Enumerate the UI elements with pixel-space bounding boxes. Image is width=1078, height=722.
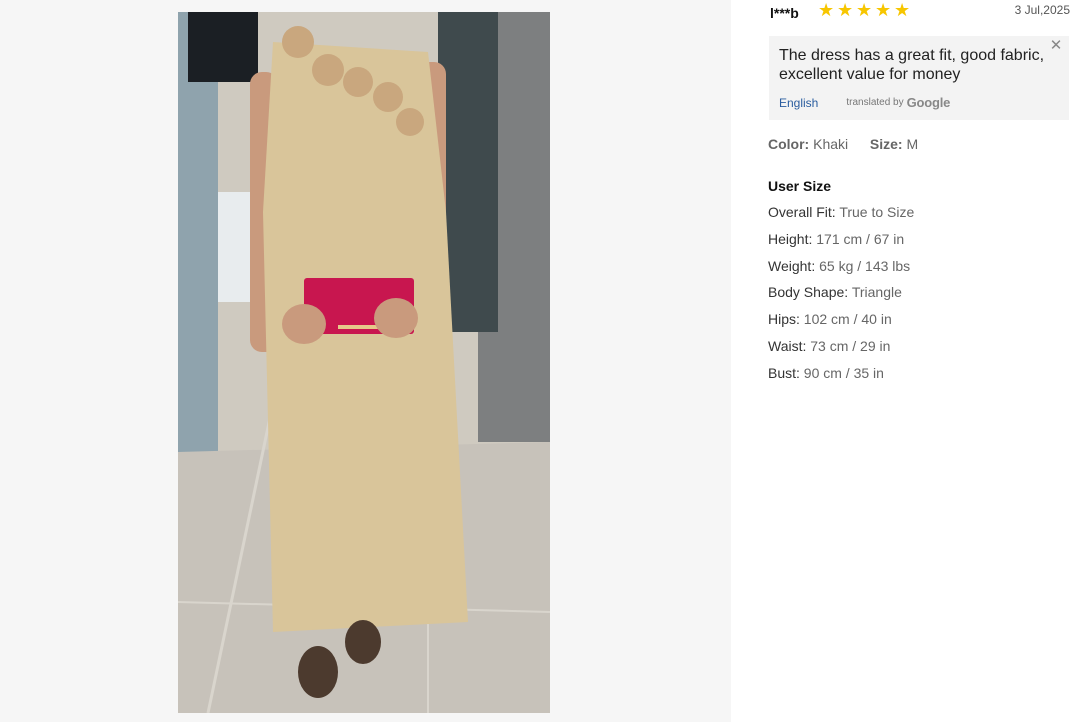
rating-stars: ★ ★ ★ ★ ★	[818, 0, 911, 20]
size-label: Size:	[869, 136, 903, 152]
review-text: The dress has a great fit, good fabric, …	[779, 47, 1045, 83]
google-logo: Google	[906, 95, 951, 110]
user-size-title: User Size	[768, 178, 832, 194]
size-row-waist: Waist: 73 cm / 29 in	[768, 338, 914, 365]
size-row-hips: Hips: 102 cm / 40 in	[768, 311, 914, 338]
size-value: M	[906, 136, 919, 152]
size-row-label: Weight:	[768, 257, 816, 274]
size-row-label: Hips:	[768, 311, 800, 328]
size-row-value: 102 cm / 40 in	[803, 311, 892, 328]
star-icon: ★	[837, 0, 854, 20]
size-row-label: Body Shape:	[768, 284, 849, 301]
size-row-body-shape: Body Shape: Triangle	[768, 284, 914, 311]
review-panel: l***b ★ ★ ★ ★ ★ 3 Jul,2025 The dress has…	[768, 0, 1070, 722]
size-row-label: Bust:	[768, 364, 800, 381]
color-value: Khaki	[813, 136, 849, 152]
star-icon: ★	[818, 0, 835, 20]
show-original-language-link[interactable]: English	[779, 96, 818, 110]
reviewer-name: l***b	[770, 5, 799, 21]
review-photo-gallery	[0, 0, 731, 722]
purchase-attributes: Color: Khaki Size: M	[768, 136, 918, 152]
color-label: Color:	[768, 136, 810, 152]
translation-footer: English translated by Google	[779, 95, 950, 110]
star-icon: ★	[875, 0, 892, 20]
size-row-overall-fit: Overall Fit: True to Size	[768, 204, 914, 231]
size-row-weight: Weight: 65 kg / 143 lbs	[768, 258, 914, 285]
translated-by-label: translated by	[846, 97, 904, 108]
star-icon: ★	[894, 0, 911, 20]
size-row-label: Overall Fit:	[768, 204, 836, 220]
size-row-value: True to Size	[839, 204, 915, 220]
size-row-value: 73 cm / 29 in	[810, 337, 891, 354]
review-date: 3 Jul,2025	[1014, 3, 1070, 17]
review-photo[interactable]	[178, 12, 550, 713]
dress-photo-illustration	[178, 12, 550, 713]
review-header: l***b ★ ★ ★ ★ ★ 3 Jul,2025	[768, 0, 1070, 26]
user-size-list: Overall Fit: True to Size Height: 171 cm…	[768, 204, 914, 392]
star-icon: ★	[856, 0, 873, 20]
size-row-height: Height: 171 cm / 67 in	[768, 231, 914, 258]
size-row-value: 90 cm / 35 in	[803, 364, 884, 381]
size-row-value: 171 cm / 67 in	[816, 230, 905, 247]
translation-box: The dress has a great fit, good fabric, …	[769, 36, 1069, 120]
size-row-value: Triangle	[851, 284, 902, 301]
size-row-value: 65 kg / 143 lbs	[819, 257, 911, 274]
size-row-label: Waist:	[768, 337, 807, 354]
close-icon[interactable]: ✕	[1049, 38, 1063, 53]
size-row-bust: Bust: 90 cm / 35 in	[768, 365, 914, 392]
size-row-label: Height:	[768, 230, 813, 247]
